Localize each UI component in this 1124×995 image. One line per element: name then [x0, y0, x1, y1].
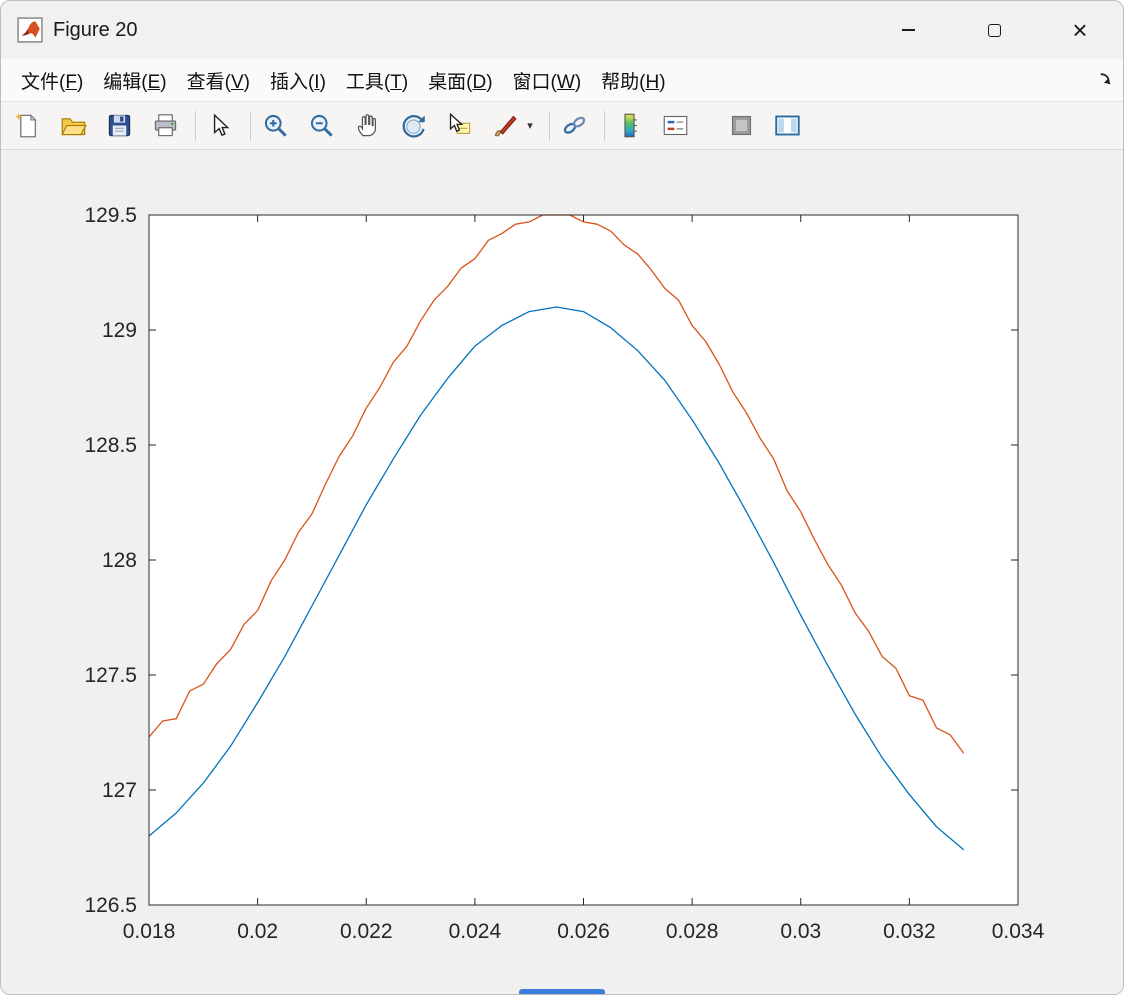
plot-svg[interactable]: 0.018 0.02 0.022 0.024 0.026 0.028 0.03 0.032 0.…	[1, 150, 1124, 995]
data-cursor-icon	[449, 112, 470, 134]
svg-text:129.5: 129.5	[84, 204, 137, 227]
svg-text:0.026: 0.026	[557, 920, 610, 943]
insert-colorbar-button[interactable]	[613, 109, 645, 143]
rotate-3d-icon	[402, 115, 425, 138]
menu-tools[interactable]: 工具(T)	[336, 63, 418, 98]
brush-icon	[494, 115, 517, 137]
svg-text:0.028: 0.028	[666, 920, 719, 943]
dock-figure-button[interactable]	[1097, 71, 1115, 89]
new-figure-icon	[14, 113, 37, 138]
window-controls: ×	[865, 1, 1123, 59]
hide-plot-tools-icon	[731, 115, 751, 136]
edit-plot-button[interactable]	[204, 109, 236, 143]
svg-text:0.022: 0.022	[340, 920, 393, 943]
svg-text:0.02: 0.02	[237, 920, 278, 943]
hide-plot-tools-button[interactable]	[725, 109, 757, 143]
svg-text:127: 127	[102, 779, 137, 802]
save-figure-button[interactable]	[103, 109, 135, 143]
zoom-in-button[interactable]	[259, 109, 291, 143]
toolbar-separator	[604, 110, 605, 141]
zoom-out-icon	[310, 114, 333, 137]
svg-text:129: 129	[102, 319, 137, 342]
toolbar-separator	[250, 110, 251, 141]
svg-text:0.018: 0.018	[123, 920, 176, 943]
close-icon: ×	[1072, 15, 1088, 45]
save-icon	[108, 114, 130, 137]
figure-canvas: 0.018 0.02 0.022 0.024 0.026 0.028 0.03 0.032 0.…	[1, 150, 1124, 995]
toolbar-separator	[195, 110, 196, 141]
svg-text:127.5: 127.5	[84, 664, 137, 687]
zoom-out-button[interactable]	[305, 109, 337, 143]
print-icon	[154, 114, 176, 137]
rotate-3d-button[interactable]	[397, 109, 429, 143]
zoom-in-icon	[264, 114, 287, 137]
menu-file[interactable]: 文件(F)	[11, 63, 93, 98]
link-icon	[563, 116, 585, 134]
new-figure-button[interactable]	[11, 109, 43, 143]
window-title: Figure 20	[53, 18, 138, 41]
figure-window: Figure 20 × 文件(F) 编辑(E) 查看(V) 插入(I) 工具(T…	[0, 0, 1124, 995]
brush-dropdown-button[interactable]: ▾	[523, 109, 537, 143]
edit-plot-cursor-icon	[213, 113, 230, 136]
svg-text:0.024: 0.024	[449, 920, 502, 943]
maximize-icon	[987, 23, 1001, 37]
toolbar-separator	[549, 110, 550, 141]
pan-hand-icon	[357, 114, 376, 137]
print-figure-button[interactable]	[149, 109, 181, 143]
svg-text:0.034: 0.034	[992, 920, 1045, 943]
matlab-icon	[17, 17, 43, 43]
toolbar: ▾	[1, 102, 1123, 150]
menu-insert[interactable]: 插入(I)	[260, 63, 336, 98]
pan-button[interactable]	[351, 109, 383, 143]
menu-window[interactable]: 窗口(W)	[503, 63, 592, 98]
menubar: 文件(F) 编辑(E) 查看(V) 插入(I) 工具(T) 桌面(D) 窗口(W…	[1, 59, 1123, 102]
minimize-button[interactable]	[865, 1, 951, 59]
menu-edit[interactable]: 编辑(E)	[93, 63, 176, 98]
data-cursor-button[interactable]	[443, 109, 475, 143]
titlebar: Figure 20 ×	[1, 1, 1123, 59]
dock-figure-icon	[1100, 73, 1111, 85]
link-plot-button[interactable]	[558, 109, 590, 143]
taskbar-indicator	[519, 989, 605, 994]
minimize-icon	[901, 29, 915, 31]
svg-text:0.032: 0.032	[883, 920, 936, 943]
menu-desktop[interactable]: 桌面(D)	[418, 63, 502, 98]
close-button[interactable]: ×	[1037, 1, 1123, 59]
svg-text:128: 128	[102, 549, 137, 572]
brush-data-button[interactable]	[489, 109, 521, 143]
svg-text:128.5: 128.5	[84, 434, 137, 457]
show-plot-tools-icon	[774, 115, 800, 136]
insert-legend-button[interactable]	[659, 109, 691, 143]
svg-text:0.03: 0.03	[780, 920, 821, 943]
legend-icon	[663, 115, 687, 136]
maximize-button[interactable]	[951, 1, 1037, 59]
chevron-down-icon: ▾	[527, 120, 533, 132]
show-plot-tools-dock-button[interactable]	[771, 109, 803, 143]
colorbar-icon	[623, 113, 637, 138]
menu-help[interactable]: 帮助(H)	[591, 63, 675, 98]
open-file-button[interactable]	[57, 109, 89, 143]
svg-text:126.5: 126.5	[84, 894, 137, 917]
open-folder-icon	[60, 118, 87, 136]
menu-view[interactable]: 查看(V)	[177, 63, 260, 98]
